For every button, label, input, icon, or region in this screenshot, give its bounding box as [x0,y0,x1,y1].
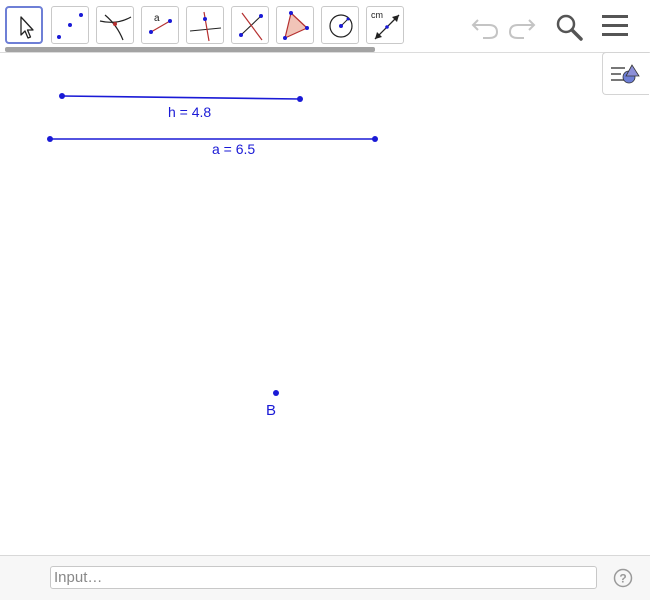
segment-length-tool-button[interactable]: a [141,6,179,44]
intersect-tool-button[interactable] [96,6,134,44]
stylebar-toggle-button[interactable] [602,52,649,95]
graphics-view[interactable]: h = 4.8 a = 6.5 B [0,53,650,555]
redo-icon [508,19,536,39]
polygon-icon [283,11,309,40]
distance-length-icon: cm [371,10,400,40]
point-b-label[interactable]: B [266,402,276,419]
segment-a-start-point[interactable] [47,136,53,142]
main-menu-button[interactable] [600,10,632,42]
stylebar-icon [611,64,640,84]
move-tool-button[interactable] [5,6,43,44]
search-button[interactable] [553,10,585,42]
segment-length-tool-label: a [154,13,160,24]
segment-a-label[interactable]: a = 6.5 [212,141,255,157]
perpendicular-line-icon [189,11,222,42]
svg-text:?: ? [619,572,626,586]
redo-button[interactable] [506,10,538,42]
distance-tool-label: cm [371,10,383,20]
polygon-tool-button[interactable] [276,6,314,44]
algebra-input-field[interactable]: Input… [50,566,597,589]
segment-fixed-length-icon: a [149,13,172,34]
point-tool-button[interactable] [51,6,89,44]
input-bar: Input… ? [0,555,650,600]
toolbar: a cm [0,0,650,53]
undo-button[interactable] [469,10,501,42]
segment-a-end-point[interactable] [372,136,378,142]
toolbar-scrollbar[interactable] [5,47,375,52]
segment-h-end-point[interactable] [297,96,303,102]
undo-icon [471,19,499,39]
segment-h-start-point[interactable] [59,93,65,99]
input-help-button[interactable]: ? [613,568,633,588]
hamburger-menu-icon [602,15,628,36]
help-icon: ? [613,568,633,588]
perpendicular-bisector-icon [239,12,263,41]
point-b[interactable] [273,390,279,396]
point-icon [57,13,83,39]
circle-center-point-icon [329,14,353,38]
perpendicular-bisector-tool-button[interactable] [231,6,269,44]
graphics-canvas[interactable]: h = 4.8 a = 6.5 B [0,53,650,555]
perpendicular-tool-button[interactable] [186,6,224,44]
search-icon [556,14,583,41]
segment-h-label[interactable]: h = 4.8 [168,104,211,120]
circle-tool-button[interactable] [321,6,359,44]
arrow-cursor-icon [20,16,34,39]
distance-tool-button[interactable]: cm [366,6,404,44]
segment-h[interactable] [61,95,301,100]
intersect-icon [99,14,132,41]
